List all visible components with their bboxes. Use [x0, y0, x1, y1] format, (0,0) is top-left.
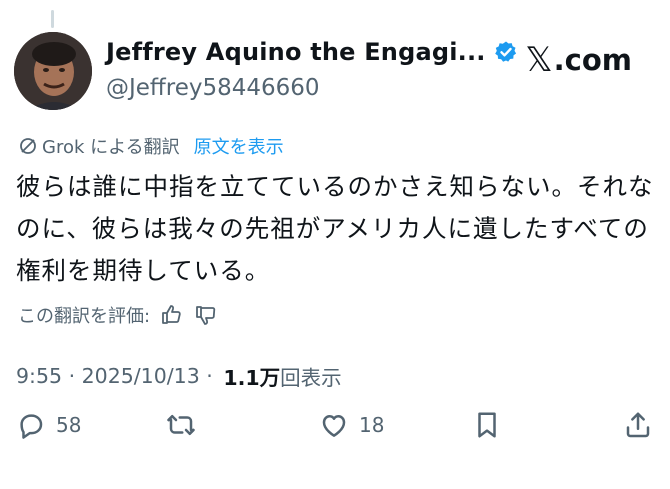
translation-label: Grok による翻訳 [42, 137, 180, 158]
share-icon [626, 412, 650, 438]
views-label: 回表示 [280, 366, 342, 390]
reply-button[interactable]: 58 [16, 410, 81, 440]
views-count[interactable]: 1.1万 [223, 361, 280, 391]
tweet-meta: 9:55 · 2025/10/13 · 1.1万 回表示 [16, 361, 342, 391]
tweet-date[interactable]: 2025/10/13 [82, 364, 200, 388]
bookmark-button[interactable] [472, 410, 502, 440]
thumbs-up-icon[interactable] [160, 303, 184, 327]
tweet-text: 彼らは誰に中指を立てているのかさえ知らない。それなのに、彼らは我々の先祖がアメリ… [16, 172, 654, 285]
thread-connector-line [51, 10, 54, 28]
meta-separator: · [199, 364, 220, 388]
x-logo-icon: 𝕏 [525, 40, 553, 80]
brand-domain-text: .com [553, 43, 632, 77]
action-bar: 58 18 [0, 410, 670, 454]
translate-icon [20, 138, 36, 154]
avatar[interactable] [14, 32, 92, 110]
thumbs-down-icon[interactable] [194, 303, 218, 327]
rate-translation-row: この翻訳を評価: [18, 302, 218, 328]
like-button[interactable]: 18 [319, 410, 384, 440]
author-handle[interactable]: @Jeffrey58446660 [106, 75, 320, 101]
share-button[interactable] [623, 410, 653, 440]
meta-separator: · [62, 364, 82, 388]
repost-button[interactable] [166, 410, 196, 440]
verified-badge-icon [494, 41, 516, 62]
author-display-name[interactable]: Jeffrey Aquino the Engagi... [106, 38, 486, 66]
translation-notice: Grok による翻訳 原文を表示 [18, 133, 284, 159]
heart-icon [322, 415, 346, 437]
tweet-time[interactable]: 9:55 [16, 364, 62, 388]
show-original-link[interactable]: 原文を表示 [194, 133, 284, 159]
bookmark-icon [478, 412, 496, 438]
author-name-row[interactable]: Jeffrey Aquino the Engagi... [106, 38, 518, 66]
reply-icon [20, 414, 43, 439]
rate-translation-label: この翻訳を評価: [18, 306, 151, 327]
reply-count: 58 [56, 413, 82, 437]
like-count: 18 [359, 413, 385, 437]
repost-icon [167, 415, 195, 435]
brand-logo: 𝕏 .com [525, 40, 632, 80]
